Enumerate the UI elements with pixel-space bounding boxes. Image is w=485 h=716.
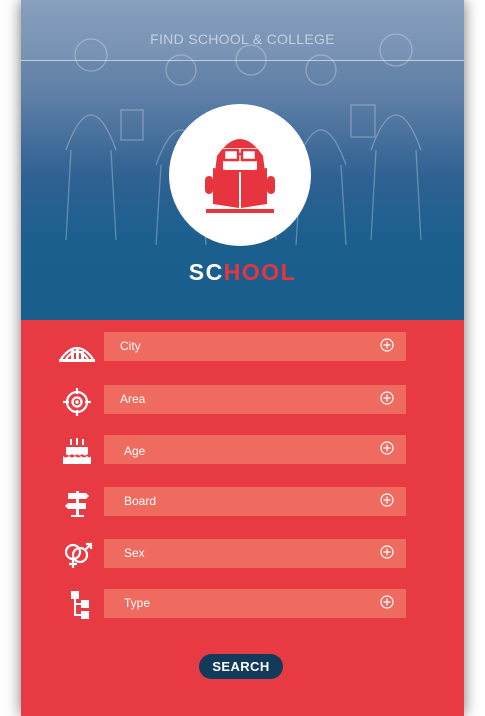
brand-part-2: HOOL <box>223 259 297 285</box>
age-label: Age <box>124 444 146 458</box>
age-field[interactable]: Age <box>104 435 406 464</box>
add-area-icon[interactable] <box>380 391 394 405</box>
add-sex-icon[interactable] <box>380 545 394 559</box>
add-type-icon[interactable] <box>380 595 394 609</box>
hero-header: FIND SCHOOL & COLLEGE SCHOOL <box>21 0 464 320</box>
city-field[interactable]: City <box>104 332 406 361</box>
page-title: FIND SCHOOL & COLLEGE <box>150 31 335 47</box>
app-brand-name: SCHOOL <box>21 259 464 286</box>
sex-label: Sex <box>124 546 145 560</box>
area-label: Area <box>120 392 146 406</box>
board-label: Board <box>124 494 157 508</box>
area-field[interactable]: Area <box>104 385 406 414</box>
city-icon <box>57 335 97 365</box>
age-cake-icon <box>57 437 97 467</box>
app-screen: FIND SCHOOL & COLLEGE SCHOOL City Area A… <box>21 0 464 716</box>
type-field[interactable]: Type <box>104 589 406 618</box>
board-field[interactable]: Board <box>104 487 406 516</box>
brand-part-1: SC <box>188 259 224 285</box>
type-hierarchy-icon <box>57 590 97 620</box>
logo-badge <box>169 104 311 246</box>
add-board-icon[interactable] <box>380 493 394 507</box>
add-city-icon[interactable] <box>380 338 394 352</box>
sex-field[interactable]: Sex <box>104 539 406 568</box>
city-label: City <box>120 339 141 353</box>
search-button[interactable]: SEARCH <box>199 654 283 679</box>
add-age-icon[interactable] <box>380 441 394 455</box>
board-signpost-icon <box>57 488 97 518</box>
student-reading-icon <box>205 139 275 213</box>
type-label: Type <box>124 596 151 610</box>
gender-icon <box>57 540 97 570</box>
area-target-icon <box>57 387 97 417</box>
top-bar: FIND SCHOOL & COLLEGE <box>21 0 464 61</box>
